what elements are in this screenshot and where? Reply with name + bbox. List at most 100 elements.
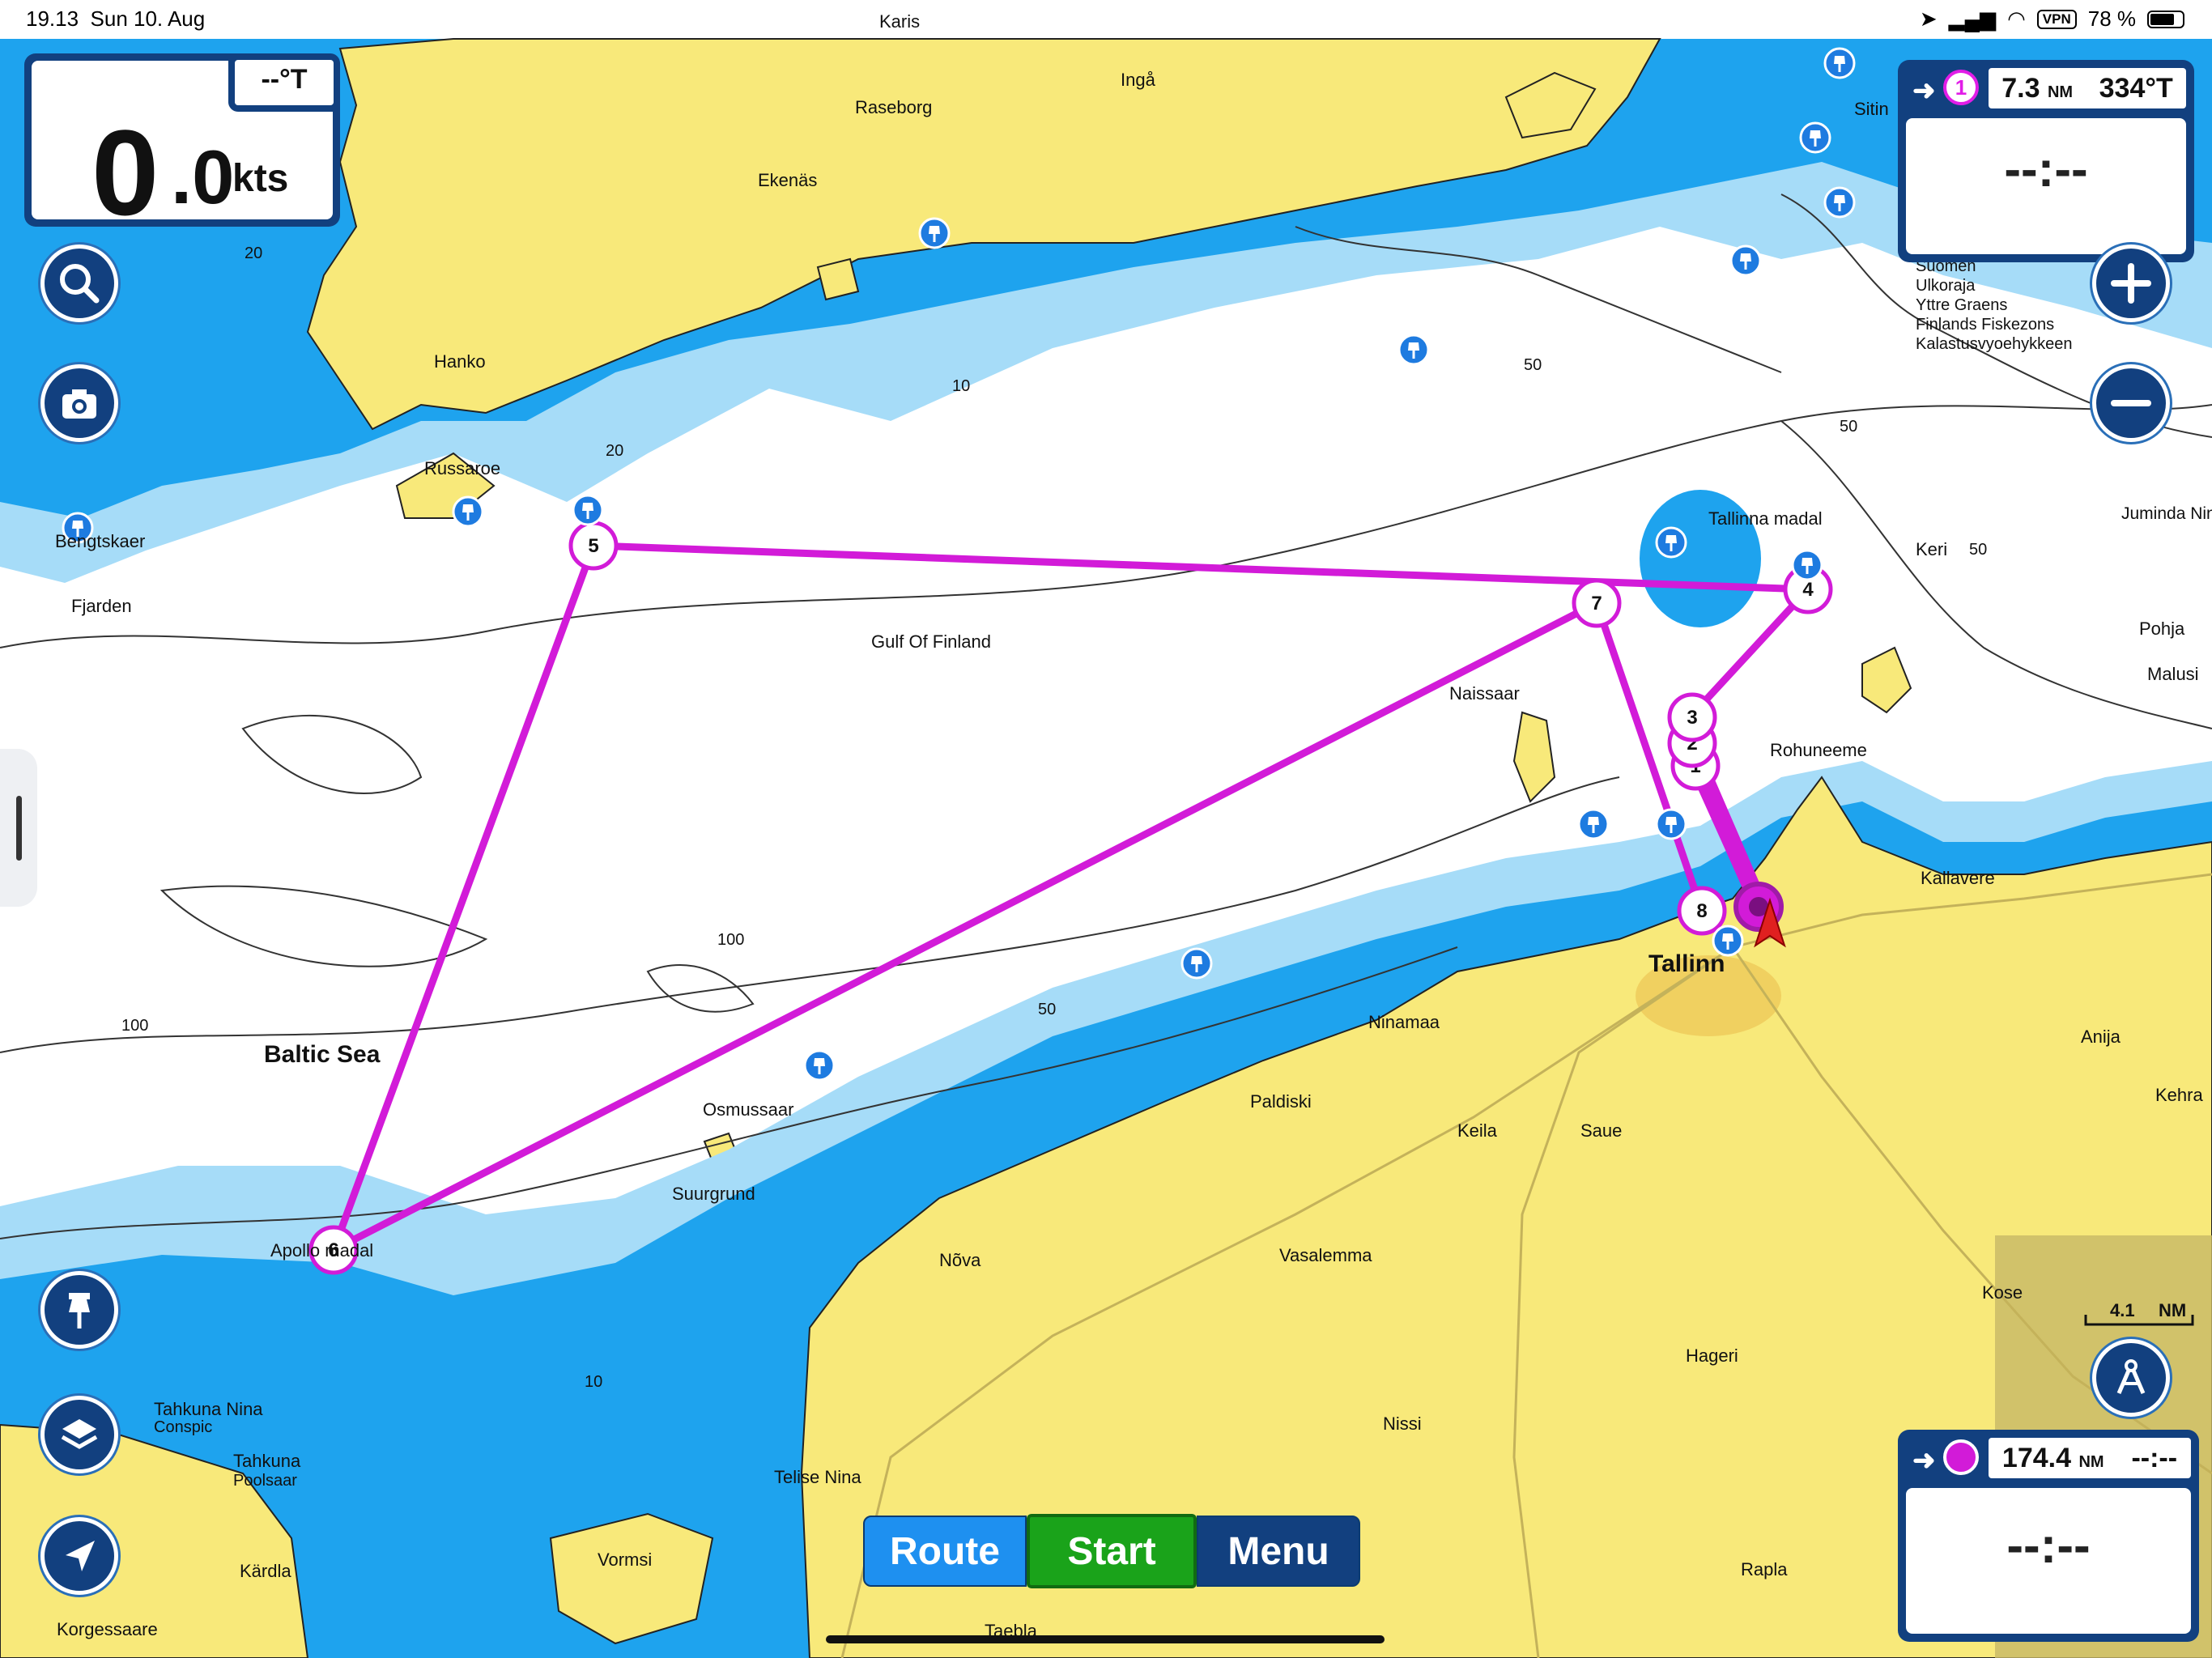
marina-icon[interactable] xyxy=(1799,121,1831,154)
place-label-apollo: Apollo madal xyxy=(270,1240,374,1261)
waypoint-number: 3 xyxy=(1687,707,1697,729)
scale-bar: 4.1 NM xyxy=(2082,1300,2196,1331)
pin-button[interactable] xyxy=(40,1271,118,1349)
place-label-ulkoraja: Ulkoraja xyxy=(1916,277,1976,295)
depth-label: 20 xyxy=(606,442,624,460)
place-label-hageri: Hageri xyxy=(1686,1346,1738,1366)
place-label-yttre: Yttre Graens xyxy=(1916,296,2008,314)
place-label-sitin: Sitin xyxy=(1854,99,1889,119)
place-label-keri: Keri xyxy=(1916,539,1948,559)
status-indicators: ➤ ▂▄▆ ◠ VPN 78 % xyxy=(1920,6,2184,32)
waypoint-number: 4 xyxy=(1802,579,1814,601)
arrow-right-icon: ➜ xyxy=(1912,75,1936,106)
place-label-malusi: Malusi xyxy=(2147,664,2199,684)
scale-unit: NM xyxy=(2159,1300,2187,1320)
place-label-tallinn: Tallinn xyxy=(1648,950,1725,977)
destination-distance: 174.4 xyxy=(2001,1442,2072,1473)
nautical-chart[interactable]: 12345678 xyxy=(0,0,2212,1658)
place-label-vasalemma: Vasalemma xyxy=(1279,1245,1372,1265)
status-bar: 19.13 Sun 10. Aug ➤ ▂▄▆ ◠ VPN 78 % xyxy=(0,0,2212,39)
vpn-badge: VPN xyxy=(2036,9,2077,29)
compass-button[interactable] xyxy=(2092,1339,2170,1417)
speed-integer: 0 xyxy=(91,104,159,240)
camera-button[interactable] xyxy=(40,364,118,442)
destination-header: ➜ 174.4 NM --:-- xyxy=(1898,1430,2199,1488)
bottom-toolbar: Route Start Menu xyxy=(863,1514,1360,1590)
place-label-kallavere: Kallavere xyxy=(1921,868,1995,888)
place-label-gulf: Gulf Of Finland xyxy=(871,631,991,652)
marina-icon[interactable] xyxy=(1397,334,1430,366)
marina-icon[interactable] xyxy=(572,494,604,526)
next-waypoint-distance-group: 7.3 NM xyxy=(2001,73,2073,104)
next-waypoint-distance: 7.3 xyxy=(2001,72,2040,104)
waypoint-number: 5 xyxy=(588,535,598,557)
place-label-tahkuna2b: Poolsaar xyxy=(233,1472,297,1490)
place-label-fjarden: Fjarden xyxy=(71,596,132,616)
place-label-tahkuna2: Tahkuna xyxy=(233,1451,301,1471)
arrow-right-icon: ➜ xyxy=(1912,1445,1936,1476)
home-indicator[interactable] xyxy=(826,1635,1385,1643)
locate-button[interactable] xyxy=(40,1517,118,1595)
depth-label: 20 xyxy=(245,244,263,262)
place-label-rapla: Rapla xyxy=(1741,1559,1788,1579)
place-label-ninamaa: Ninamaa xyxy=(1368,1012,1440,1032)
zoom-in-button[interactable] xyxy=(2092,244,2170,322)
marina-icon[interactable] xyxy=(452,495,484,528)
marina-icon[interactable] xyxy=(1823,186,1856,219)
place-label-raseborg: Raseborg xyxy=(855,97,933,117)
zoom-out-button[interactable] xyxy=(2092,364,2170,442)
place-label-keila: Keila xyxy=(1457,1120,1497,1141)
marina-icon[interactable] xyxy=(1791,549,1823,581)
place-label-baltic: Baltic Sea xyxy=(264,1041,381,1068)
place-label-anija: Anija xyxy=(2081,1027,2121,1047)
next-waypoint-eta: --:-- xyxy=(2004,142,2088,198)
waypoint-5[interactable]: 5 xyxy=(568,521,619,571)
waypoint-7[interactable]: 7 xyxy=(1572,578,1622,628)
side-panel-handle[interactable] xyxy=(0,749,37,907)
depth-label: 50 xyxy=(1969,541,1988,559)
destination-marker-icon xyxy=(1943,1439,1979,1475)
wifi-icon: ◠ xyxy=(2007,6,2026,31)
depth-label: 10 xyxy=(952,377,971,395)
marina-icon[interactable] xyxy=(1577,808,1610,840)
waypoint-3[interactable]: 3 xyxy=(1667,692,1717,742)
depth-label: 10 xyxy=(585,1373,603,1391)
next-waypoint-values: 7.3 NM 334°T xyxy=(1989,68,2186,108)
search-icon xyxy=(60,264,100,304)
place-label-juminda: Juminda Nina xyxy=(2121,504,2212,523)
search-button[interactable] xyxy=(40,244,118,322)
status-time-date: 19.13 Sun 10. Aug xyxy=(26,6,205,32)
next-waypoint-panel[interactable]: ➜ 1 7.3 NM 334°T --:-- xyxy=(1898,60,2194,262)
place-label-bengtskaer: Bengtskaer xyxy=(55,531,146,551)
cog-box: --°T xyxy=(228,53,340,112)
destination-distance-group: 174.4 NM xyxy=(2002,1443,2104,1474)
waypoint-number: 7 xyxy=(1591,593,1602,614)
marina-icon[interactable] xyxy=(1823,47,1856,79)
marina-icon[interactable] xyxy=(918,217,951,249)
marina-icon[interactable] xyxy=(1180,947,1213,980)
marina-icon[interactable] xyxy=(1655,526,1687,559)
menu-button[interactable]: Menu xyxy=(1197,1516,1360,1587)
waypoint-8[interactable]: 8 xyxy=(1677,886,1727,936)
cog-value: --°T xyxy=(235,60,334,105)
start-button[interactable]: Start xyxy=(1027,1514,1197,1588)
next-waypoint-bearing: 334°T xyxy=(2099,72,2173,104)
route-button[interactable]: Route xyxy=(863,1516,1027,1587)
place-label-inga: Ingå xyxy=(1121,70,1155,90)
destination-values: 174.4 NM --:-- xyxy=(1989,1438,2191,1478)
destination-panel[interactable]: ➜ 174.4 NM --:-- --:-- xyxy=(1898,1430,2199,1642)
place-label-russaroe: Russaroe xyxy=(424,458,501,478)
place-label-tahkuna1b: Conspic xyxy=(154,1418,213,1436)
marina-icon[interactable] xyxy=(1655,808,1687,840)
place-label-tahkuna1: Tahkuna Nina xyxy=(154,1399,263,1419)
speed-panel[interactable]: 0 .0 kts --°T xyxy=(24,53,340,240)
marina-icon[interactable] xyxy=(803,1049,836,1082)
place-label-kalastus: Kalastusvyoehykkeen xyxy=(1916,335,2073,353)
destination-time: --:-- xyxy=(2131,1442,2178,1473)
speed-unit: kts xyxy=(232,157,289,200)
depth-label: 50 xyxy=(1840,418,1858,436)
marina-icon[interactable] xyxy=(1729,244,1762,277)
layers-button[interactable] xyxy=(40,1396,118,1473)
zoom-in-icon xyxy=(2111,263,2151,304)
place-label-ekenas: Ekenäs xyxy=(758,170,818,190)
